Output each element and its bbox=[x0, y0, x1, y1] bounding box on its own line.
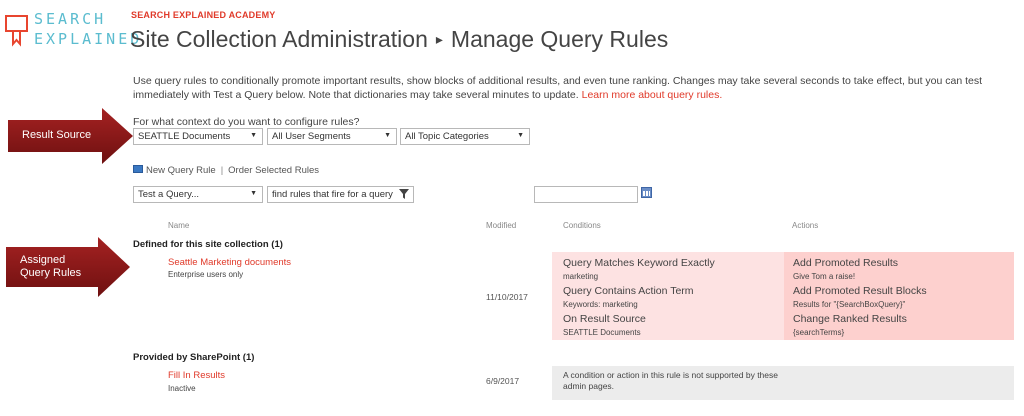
test-query-select[interactable]: Test a Query... ▼ bbox=[133, 186, 263, 203]
callout-label-line2: Query Rules bbox=[20, 267, 82, 279]
action-detail: Give Tom a raise! bbox=[793, 272, 856, 281]
action-detail: Results for "{SearchBoxQuery}" bbox=[793, 300, 906, 309]
rule-modified-date: 11/10/2017 bbox=[486, 292, 528, 302]
condition-title: On Result Source bbox=[563, 313, 646, 325]
intro-description: Use query rules to conditionally promote… bbox=[133, 74, 1013, 102]
rule-name-link[interactable]: Fill In Results bbox=[168, 370, 225, 381]
user-segments-value: All User Segments bbox=[272, 131, 351, 142]
result-source-value: SEATTLE Documents bbox=[138, 131, 231, 142]
order-selected-rules-link[interactable]: Order Selected Rules bbox=[228, 165, 319, 176]
group-header-site-collection: Defined for this site collection (1) bbox=[133, 239, 283, 250]
column-header-conditions: Conditions bbox=[563, 221, 601, 230]
logo-text-line1: SEARCH bbox=[34, 10, 107, 28]
page-title: Site Collection Administration ▸ Manage Qu… bbox=[130, 26, 668, 53]
column-header-name[interactable]: Name bbox=[168, 221, 189, 230]
topic-categories-value: All Topic Categories bbox=[405, 131, 489, 142]
context-label: For what context do you want to configur… bbox=[133, 116, 360, 128]
search-explained-logo[interactable]: SEARCH EXPLAINED bbox=[4, 6, 139, 56]
rule-toolbar: New Query Rule | Order Selected Rules bbox=[133, 165, 319, 176]
dropdown-arrow-icon: ▼ bbox=[517, 132, 524, 139]
action-detail: {searchTerms} bbox=[793, 328, 845, 337]
result-source-select[interactable]: SEATTLE Documents ▼ bbox=[133, 128, 263, 145]
filter-funnel-icon[interactable] bbox=[399, 189, 409, 199]
column-header-modified[interactable]: Modified bbox=[486, 221, 516, 230]
learn-more-link[interactable]: Learn more about query rules. bbox=[582, 89, 723, 101]
find-rules-input[interactable]: find rules that fire for a query bbox=[267, 186, 414, 203]
condition-detail: SEATTLE Documents bbox=[563, 328, 641, 337]
callout-assigned-rules: Assigned Query Rules bbox=[6, 237, 130, 297]
rule-actions-cell bbox=[782, 366, 1014, 400]
column-header-actions: Actions bbox=[792, 221, 819, 230]
callout-result-source: Result Source bbox=[8, 108, 133, 164]
breadcrumb-separator-icon: ▸ bbox=[435, 31, 443, 47]
monitor-ribbon-icon bbox=[5, 15, 28, 47]
topic-categories-select[interactable]: All Topic Categories ▼ bbox=[400, 128, 530, 145]
action-title: Change Ranked Results bbox=[793, 313, 907, 325]
new-rule-icon bbox=[133, 165, 143, 174]
condition-detail: Keywords: marketing bbox=[563, 300, 638, 309]
condition-detail: marketing bbox=[563, 272, 599, 281]
new-query-rule-link[interactable]: New Query Rule bbox=[146, 165, 216, 176]
calendar-icon[interactable] bbox=[641, 187, 652, 198]
dropdown-arrow-icon: ▼ bbox=[250, 132, 257, 139]
dropdown-arrow-icon: ▼ bbox=[384, 132, 391, 139]
breadcrumb-current: Manage Query Rules bbox=[450, 26, 669, 52]
academy-link[interactable]: SEARCH EXPLAINED ACADEMY bbox=[131, 10, 275, 20]
condition-title: Query Contains Action Term bbox=[563, 285, 694, 297]
date-input[interactable] bbox=[534, 186, 638, 203]
logo-text-line2: EXPLAINED bbox=[34, 30, 143, 48]
callout-label: Result Source bbox=[22, 129, 92, 141]
user-segments-select[interactable]: All User Segments ▼ bbox=[267, 128, 397, 145]
callout-label-line1: Assigned bbox=[20, 254, 66, 266]
toolbar-separator: | bbox=[220, 165, 224, 176]
rule-audience: Enterprise users only bbox=[168, 270, 244, 279]
rule-modified-date: 6/9/2017 bbox=[486, 376, 520, 386]
rule-status: Inactive bbox=[168, 384, 196, 393]
test-query-value: Test a Query... bbox=[138, 189, 200, 200]
group-header-sharepoint: Provided by SharePoint (1) bbox=[133, 352, 255, 363]
condition-title: Query Matches Keyword Exactly bbox=[563, 257, 715, 269]
intro-text: Use query rules to conditionally promote… bbox=[133, 75, 983, 101]
action-title: Add Promoted Results bbox=[793, 257, 899, 269]
dropdown-arrow-icon: ▼ bbox=[250, 190, 257, 197]
breadcrumb-parent[interactable]: Site Collection Administration bbox=[130, 26, 428, 52]
find-rules-value: find rules that fire for a query bbox=[272, 189, 393, 200]
action-title: Add Promoted Result Blocks bbox=[793, 285, 927, 297]
unsupported-rule-note: A condition or action in this rule is no… bbox=[563, 370, 778, 391]
rule-name-link[interactable]: Seattle Marketing documents bbox=[168, 257, 291, 268]
